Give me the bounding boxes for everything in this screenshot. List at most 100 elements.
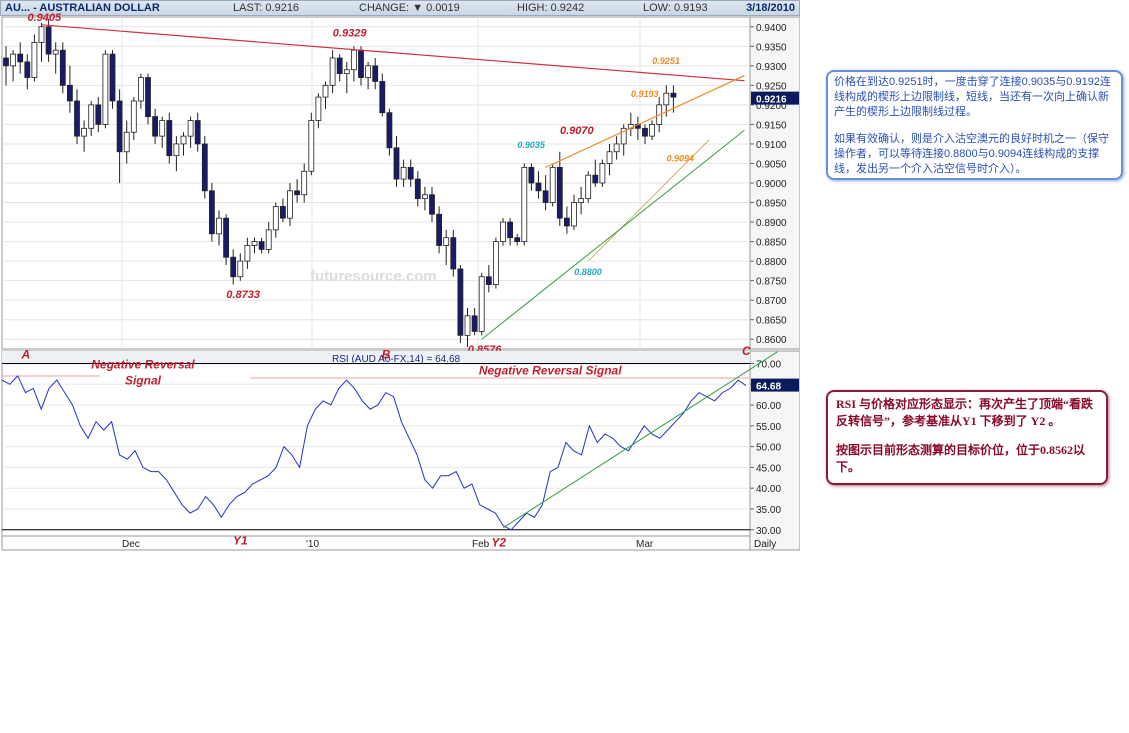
candle-body bbox=[386, 112, 393, 149]
candle-body bbox=[350, 49, 357, 71]
price-tick-label: 0.9050 bbox=[756, 159, 787, 170]
candle-body bbox=[478, 276, 485, 332]
rsi-tick-label: 70.00 bbox=[756, 359, 781, 370]
price-annotation: 0.8800 bbox=[574, 267, 602, 277]
candle-body bbox=[109, 53, 116, 102]
candle-body bbox=[649, 124, 655, 137]
rsi-label: Y2 bbox=[491, 535, 506, 549]
price-annotation: 0.9094 bbox=[667, 154, 695, 164]
candle-body bbox=[521, 166, 528, 242]
last-price-label: 0.9216 bbox=[756, 95, 787, 106]
candle-body bbox=[365, 65, 372, 78]
x-tick-label: Feb bbox=[472, 539, 490, 550]
candle-body bbox=[500, 221, 506, 242]
candle-body bbox=[429, 194, 435, 215]
candle-body bbox=[443, 237, 450, 246]
candle-body bbox=[414, 178, 421, 200]
candle-body bbox=[287, 190, 293, 219]
candle-body bbox=[336, 57, 343, 75]
candle-body bbox=[52, 49, 59, 55]
candle-body bbox=[421, 194, 428, 200]
rsi-tick-label: 40.00 bbox=[756, 484, 781, 495]
price-tick-label: 0.8650 bbox=[756, 316, 787, 327]
analysis-note-rsi: RSI 与价格对应形态显示：再次产生了顶端“看跌反转信号”，参考基准从Y1 下移… bbox=[826, 390, 1108, 485]
candle-body bbox=[230, 256, 237, 278]
candle-body bbox=[301, 170, 308, 196]
note2-paragraph-2: 按图示目前形态测算的目标价位，位于0.8562以下。 bbox=[836, 443, 1086, 474]
candle-body bbox=[244, 245, 251, 262]
x-tick-label: '10 bbox=[306, 539, 319, 550]
candle-body bbox=[535, 182, 542, 192]
rsi-panel-frame bbox=[1, 350, 751, 551]
x-tick-label: Mar bbox=[636, 539, 654, 550]
candle-body bbox=[407, 166, 414, 180]
candle-body bbox=[137, 77, 144, 102]
candle-body bbox=[485, 276, 492, 285]
candle-body bbox=[180, 135, 187, 145]
candle-body bbox=[38, 26, 45, 43]
candle-body bbox=[308, 120, 315, 172]
x-tick-label: Daily bbox=[754, 539, 776, 550]
candle-body bbox=[258, 241, 265, 250]
candle-body bbox=[585, 174, 592, 200]
last-rsi-label: 64.68 bbox=[756, 382, 781, 393]
price-tick-label: 0.9300 bbox=[756, 62, 787, 73]
candle-body bbox=[223, 217, 230, 258]
candle-body bbox=[74, 100, 80, 137]
candle-body bbox=[592, 174, 599, 184]
candle-body bbox=[613, 143, 620, 153]
candle-body bbox=[251, 241, 258, 246]
candle-body bbox=[507, 221, 514, 239]
candle-body bbox=[663, 92, 670, 106]
candle-body bbox=[379, 81, 386, 114]
price-tick-label: 0.8700 bbox=[756, 296, 787, 307]
candle-body bbox=[564, 217, 570, 227]
candle-body bbox=[88, 104, 95, 129]
candle-body bbox=[45, 26, 52, 55]
candle-body bbox=[549, 166, 556, 203]
candle-body bbox=[237, 260, 244, 278]
candle-body bbox=[400, 166, 407, 180]
candle-body bbox=[10, 53, 17, 67]
candle-body bbox=[393, 147, 400, 180]
candle-body bbox=[606, 151, 613, 164]
candle-body bbox=[3, 57, 9, 67]
price-annotation: 0.9405 bbox=[28, 12, 63, 24]
note1-paragraph-1: 价格在到达0.9251时，一度击穿了连接0.9035与0.9192连线构成的楔形… bbox=[834, 76, 1111, 118]
candle-body bbox=[329, 57, 336, 86]
price-annotation: 0.8733 bbox=[226, 289, 260, 301]
candle-body bbox=[492, 241, 499, 285]
candle-body bbox=[571, 202, 577, 227]
price-annotation: 0.9329 bbox=[333, 28, 368, 40]
candle-body bbox=[187, 120, 194, 137]
candle-body bbox=[159, 120, 166, 137]
candle-body bbox=[279, 206, 286, 219]
candle-body bbox=[315, 96, 322, 121]
candle-body bbox=[24, 61, 31, 78]
candle-body bbox=[123, 131, 130, 153]
note2-paragraph-1: RSI 与价格对应形态显示：再次产生了顶端“看跌反转信号”，参考基准从Y1 下移… bbox=[836, 397, 1094, 428]
candle-body bbox=[173, 143, 180, 157]
rsi-tick-label: 60.00 bbox=[756, 401, 781, 412]
price-tick-label: 0.8800 bbox=[756, 257, 787, 268]
candle-body bbox=[166, 120, 173, 157]
candle-body bbox=[31, 41, 38, 78]
candle-body bbox=[201, 143, 208, 192]
candle-body bbox=[450, 237, 457, 270]
rsi-label: C bbox=[742, 344, 751, 358]
candle-body bbox=[322, 84, 329, 98]
signal-label: Negative Reversal bbox=[91, 357, 195, 371]
candle-body bbox=[358, 49, 364, 78]
price-tick-label: 0.9350 bbox=[756, 42, 787, 53]
rsi-label: B bbox=[382, 347, 391, 361]
price-annotation: 0.9251 bbox=[652, 56, 680, 66]
candle-body bbox=[642, 127, 648, 137]
candle-body bbox=[436, 213, 443, 246]
candle-body bbox=[116, 100, 123, 153]
price-tick-label: 0.9000 bbox=[756, 179, 787, 190]
price-tick-label: 0.9250 bbox=[756, 81, 787, 92]
candle-body bbox=[194, 120, 201, 145]
candle-body bbox=[542, 190, 549, 203]
candle-body bbox=[471, 315, 478, 332]
x-tick-label: Dec bbox=[122, 539, 140, 550]
